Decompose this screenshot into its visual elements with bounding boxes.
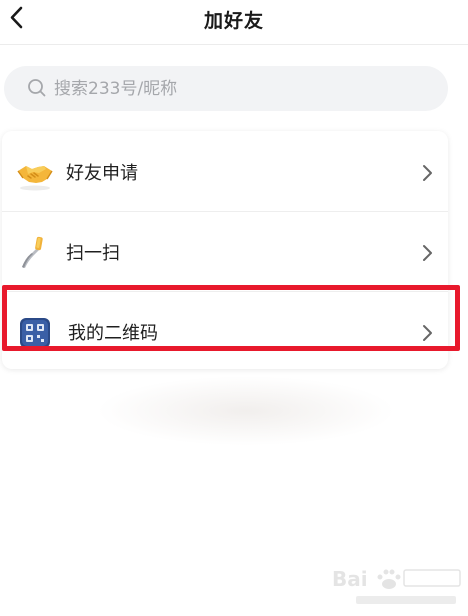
- svg-text:Bai: Bai: [332, 567, 368, 591]
- header-divider: [0, 44, 468, 45]
- search-input[interactable]: [54, 72, 434, 105]
- search-icon: [28, 79, 46, 97]
- header-bar: 加好友: [0, 0, 468, 44]
- menu-item-scan[interactable]: 扫一扫: [2, 213, 448, 291]
- search-bar[interactable]: [4, 66, 448, 111]
- page-title: 加好友: [203, 10, 264, 32]
- row-divider: [2, 211, 448, 212]
- scan-icon: [16, 235, 54, 271]
- baidu-watermark-logo: Bai: [328, 560, 464, 612]
- highlight-annotation-box: [2, 285, 460, 351]
- chevron-right-icon: [421, 243, 435, 263]
- menu-item-label: 扫一扫: [66, 243, 120, 264]
- menu-item-label: 好友申请: [66, 163, 138, 184]
- chevron-right-icon: [421, 163, 435, 183]
- handshake-icon: [16, 155, 54, 191]
- menu-item-friend-requests[interactable]: 好友申请: [2, 133, 448, 211]
- background-blur: [96, 376, 396, 446]
